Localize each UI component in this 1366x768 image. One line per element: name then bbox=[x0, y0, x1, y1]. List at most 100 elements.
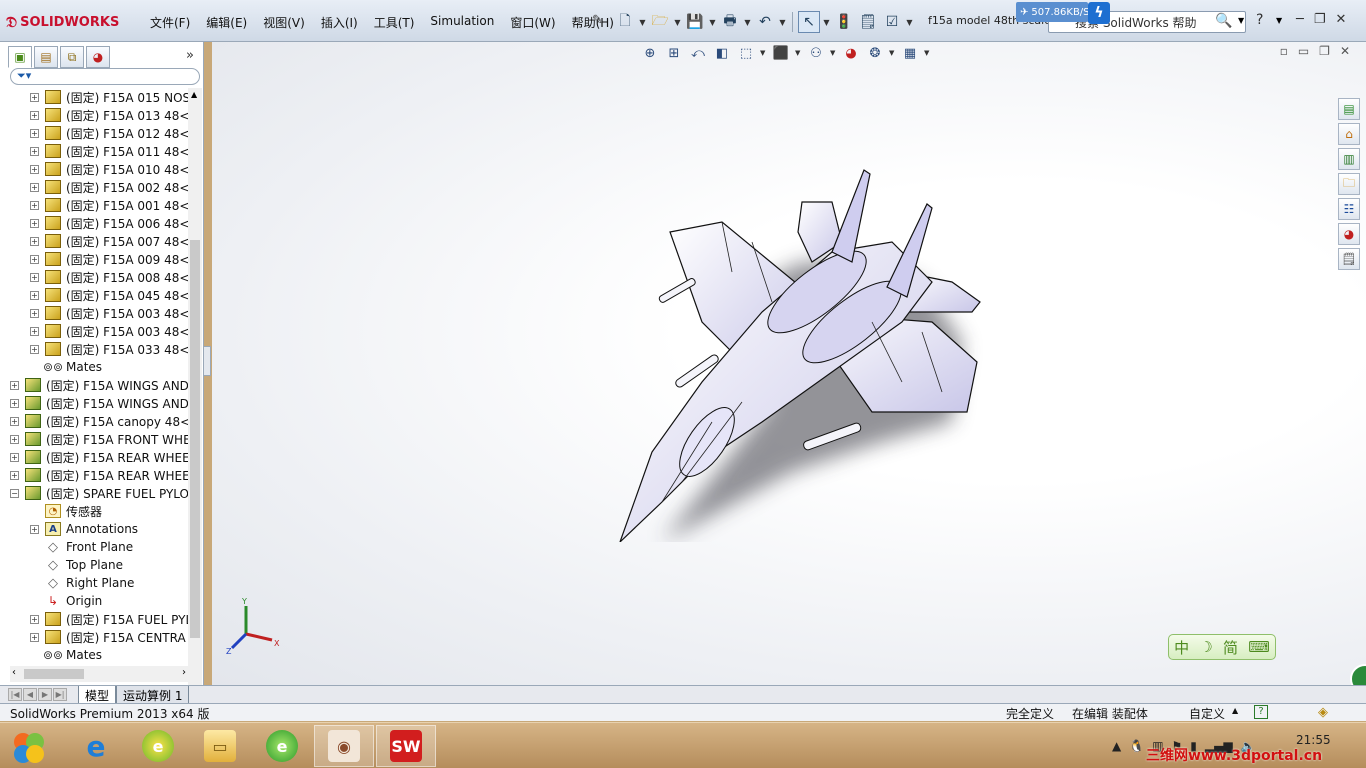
view-orientation-icon[interactable]: ⬚ bbox=[736, 43, 756, 63]
open-dropdown-icon[interactable]: ▼ bbox=[673, 18, 682, 27]
scroll-right-icon[interactable]: › bbox=[182, 667, 186, 678]
hscroll-thumb[interactable] bbox=[24, 669, 84, 679]
expand-icon[interactable]: + bbox=[10, 434, 19, 444]
undo-dropdown-icon[interactable]: ▼ bbox=[778, 18, 787, 27]
expand-icon[interactable]: + bbox=[30, 326, 39, 336]
solidworks-logo[interactable]: 𝔇 SOLIDWORKS bbox=[6, 10, 130, 34]
propertymanager-tab-icon[interactable]: ▤ bbox=[34, 46, 58, 68]
scene-dropdown-icon[interactable]: ▼ bbox=[889, 49, 896, 57]
zoom-to-fit-icon[interactable]: ⊕ bbox=[640, 43, 660, 63]
select-arrow-icon[interactable]: ↖ bbox=[798, 11, 820, 33]
graphics-area[interactable]: ⊕ ⊞ ⤺ ◧ ⬚ ▼ ⬛ ▼ ⚇ ▼ ◕ ❂ ▼ ▦ ▼ ▫ ▭ ❐ ✕ ▤ ⌂ ▥ 🗀… bbox=[212, 42, 1366, 694]
tree-item[interactable]: + (固定) F15A CENTRA bbox=[10, 628, 188, 646]
expand-icon[interactable]: + bbox=[30, 272, 39, 282]
maximize-icon[interactable]: ❐ bbox=[1314, 12, 1326, 27]
expand-icon[interactable]: + bbox=[10, 470, 19, 480]
print-dropdown-icon[interactable]: ▼ bbox=[743, 18, 752, 27]
tray-up-arrow-icon[interactable]: ▲ bbox=[1112, 739, 1121, 753]
tree-item[interactable]: + (固定) F15A 003 48< bbox=[10, 322, 188, 340]
search-dropdown-icon[interactable]: ▼ bbox=[1238, 16, 1244, 25]
orientation-dropdown-icon[interactable]: ▼ bbox=[760, 49, 767, 57]
expand-icon[interactable]: + bbox=[30, 218, 39, 228]
options-icon[interactable]: ☑ bbox=[881, 11, 903, 33]
ime-language[interactable]: 中 bbox=[1174, 637, 1189, 658]
menu-insert[interactable]: 插入(I) bbox=[313, 12, 366, 34]
tree-item[interactable]: + (固定) F15A 013 48< bbox=[10, 106, 188, 124]
tree-item[interactable]: + (固定) F15A 008 48< bbox=[10, 268, 188, 286]
tree-item[interactable]: + (固定) F15A 010 48< bbox=[10, 160, 188, 178]
expand-icon[interactable]: + bbox=[10, 398, 19, 408]
previous-view-icon[interactable]: ⤺ bbox=[688, 43, 708, 63]
new-document-icon[interactable]: 🗋 bbox=[614, 11, 636, 33]
search-icon[interactable]: 🔍 bbox=[1215, 13, 1232, 29]
panel-splitter[interactable] bbox=[203, 346, 211, 376]
expand-icon[interactable]: + bbox=[30, 632, 39, 642]
taskbar-solidworks[interactable]: SW bbox=[376, 725, 436, 767]
tree-vertical-scrollbar[interactable]: ▲ ▼ bbox=[188, 88, 202, 708]
prev-tab-icon[interactable]: ◀ bbox=[23, 688, 37, 701]
file-properties-icon[interactable]: 🗒 bbox=[857, 11, 879, 33]
print-icon[interactable]: 🖶 bbox=[719, 11, 741, 33]
lightning-icon[interactable]: ϟ bbox=[1088, 2, 1110, 24]
section-view-icon[interactable]: ◧ bbox=[712, 43, 732, 63]
units-up-arrow-icon[interactable]: ▲ bbox=[1232, 706, 1238, 715]
qq-penguin-icon[interactable]: 🐧 bbox=[1129, 739, 1144, 753]
clock[interactable]: 21:55 bbox=[1296, 733, 1331, 747]
select-dropdown-icon[interactable]: ▼ bbox=[822, 18, 831, 27]
view-palette-icon[interactable]: ☷ bbox=[1338, 198, 1360, 220]
tree-item[interactable]: ◇ Top Plane bbox=[10, 556, 188, 574]
solidworks-resources-icon[interactable]: ▤ bbox=[1338, 98, 1360, 120]
options-dropdown-icon[interactable]: ▼ bbox=[905, 18, 914, 27]
zoom-to-area-icon[interactable]: ⊞ bbox=[664, 43, 684, 63]
file-explorer-icon[interactable]: 🗀 bbox=[1338, 173, 1360, 195]
rebuild-traffic-light-icon[interactable]: 🚦 bbox=[833, 11, 855, 33]
menu-simulation[interactable]: Simulation bbox=[422, 12, 502, 34]
configurationmanager-tab-icon[interactable]: ⧉ bbox=[60, 46, 84, 68]
expand-icon[interactable]: + bbox=[30, 308, 39, 318]
save-dropdown-icon[interactable]: ▼ bbox=[708, 18, 717, 27]
ime-toolbar[interactable]: 中 ☽ 简 ⌨ bbox=[1168, 634, 1276, 660]
home-icon[interactable]: ⌂ bbox=[1338, 123, 1360, 145]
expand-icon[interactable]: + bbox=[30, 182, 39, 192]
tree-item[interactable]: + (固定) F15A 003 48< bbox=[10, 304, 188, 322]
tree-item[interactable]: + (固定) F15A 007 48< bbox=[10, 232, 188, 250]
collapse-icon[interactable]: − bbox=[10, 488, 19, 498]
new-dropdown-icon[interactable]: ▼ bbox=[638, 18, 647, 27]
tree-item[interactable]: + (固定) F15A 001 48< bbox=[10, 196, 188, 214]
menu-tools[interactable]: 工具(T) bbox=[366, 12, 423, 34]
scroll-up-icon[interactable]: ▲ bbox=[191, 90, 197, 99]
expand-icon[interactable]: + bbox=[30, 614, 39, 624]
scroll-left-icon[interactable]: ‹ bbox=[12, 667, 16, 678]
tree-item[interactable]: + (固定) F15A FUEL PYL bbox=[10, 610, 188, 628]
save-icon[interactable]: 💾 bbox=[684, 11, 706, 33]
tree-item[interactable]: ⊚⊚ Mates bbox=[10, 358, 188, 376]
expand-icon[interactable]: + bbox=[30, 110, 39, 120]
tree-item[interactable]: + (固定) F15A REAR WHEE bbox=[10, 466, 188, 484]
tree-item[interactable]: + (固定) F15A 012 48< bbox=[10, 124, 188, 142]
menu-view[interactable]: 视图(V) bbox=[255, 12, 313, 34]
tree-item[interactable]: ◇ Front Plane bbox=[10, 538, 188, 556]
viewport-close-icon[interactable]: ✕ bbox=[1340, 44, 1350, 58]
tree-item[interactable]: + (固定) F15A 011 48< bbox=[10, 142, 188, 160]
tree-item[interactable]: + (固定) F15A WINGS AND bbox=[10, 394, 188, 412]
displaymanager-tab-icon[interactable]: ◕ bbox=[86, 46, 110, 68]
appearances-icon[interactable]: ◕ bbox=[1338, 223, 1360, 245]
edit-appearance-icon[interactable]: ◕ bbox=[841, 43, 861, 63]
tag-icon[interactable]: ◈ bbox=[1318, 705, 1328, 720]
viewport-restore-icon[interactable]: ❐ bbox=[1319, 44, 1330, 58]
tree-item[interactable]: + (固定) F15A 015 NOS bbox=[10, 88, 188, 106]
custom-properties-icon[interactable]: 🗒 bbox=[1338, 248, 1360, 270]
hide-show-dropdown-icon[interactable]: ▼ bbox=[830, 49, 837, 57]
f15-aircraft-model[interactable] bbox=[602, 122, 1002, 542]
scroll-thumb[interactable] bbox=[190, 240, 200, 638]
close-icon[interactable]: ✕ bbox=[1335, 12, 1346, 27]
view-settings-icon[interactable]: ▦ bbox=[900, 43, 920, 63]
expand-icon[interactable]: + bbox=[30, 254, 39, 264]
expand-icon[interactable]: + bbox=[10, 380, 19, 390]
start-orb-icon[interactable] bbox=[10, 729, 48, 767]
undo-icon[interactable]: ↶ bbox=[754, 11, 776, 33]
taskbar-360-green[interactable]: e bbox=[252, 725, 312, 767]
last-tab-icon[interactable]: ▶| bbox=[53, 688, 67, 701]
tree-item[interactable]: + A Annotations bbox=[10, 520, 188, 538]
tree-horizontal-scrollbar[interactable]: ‹ › bbox=[10, 666, 188, 682]
